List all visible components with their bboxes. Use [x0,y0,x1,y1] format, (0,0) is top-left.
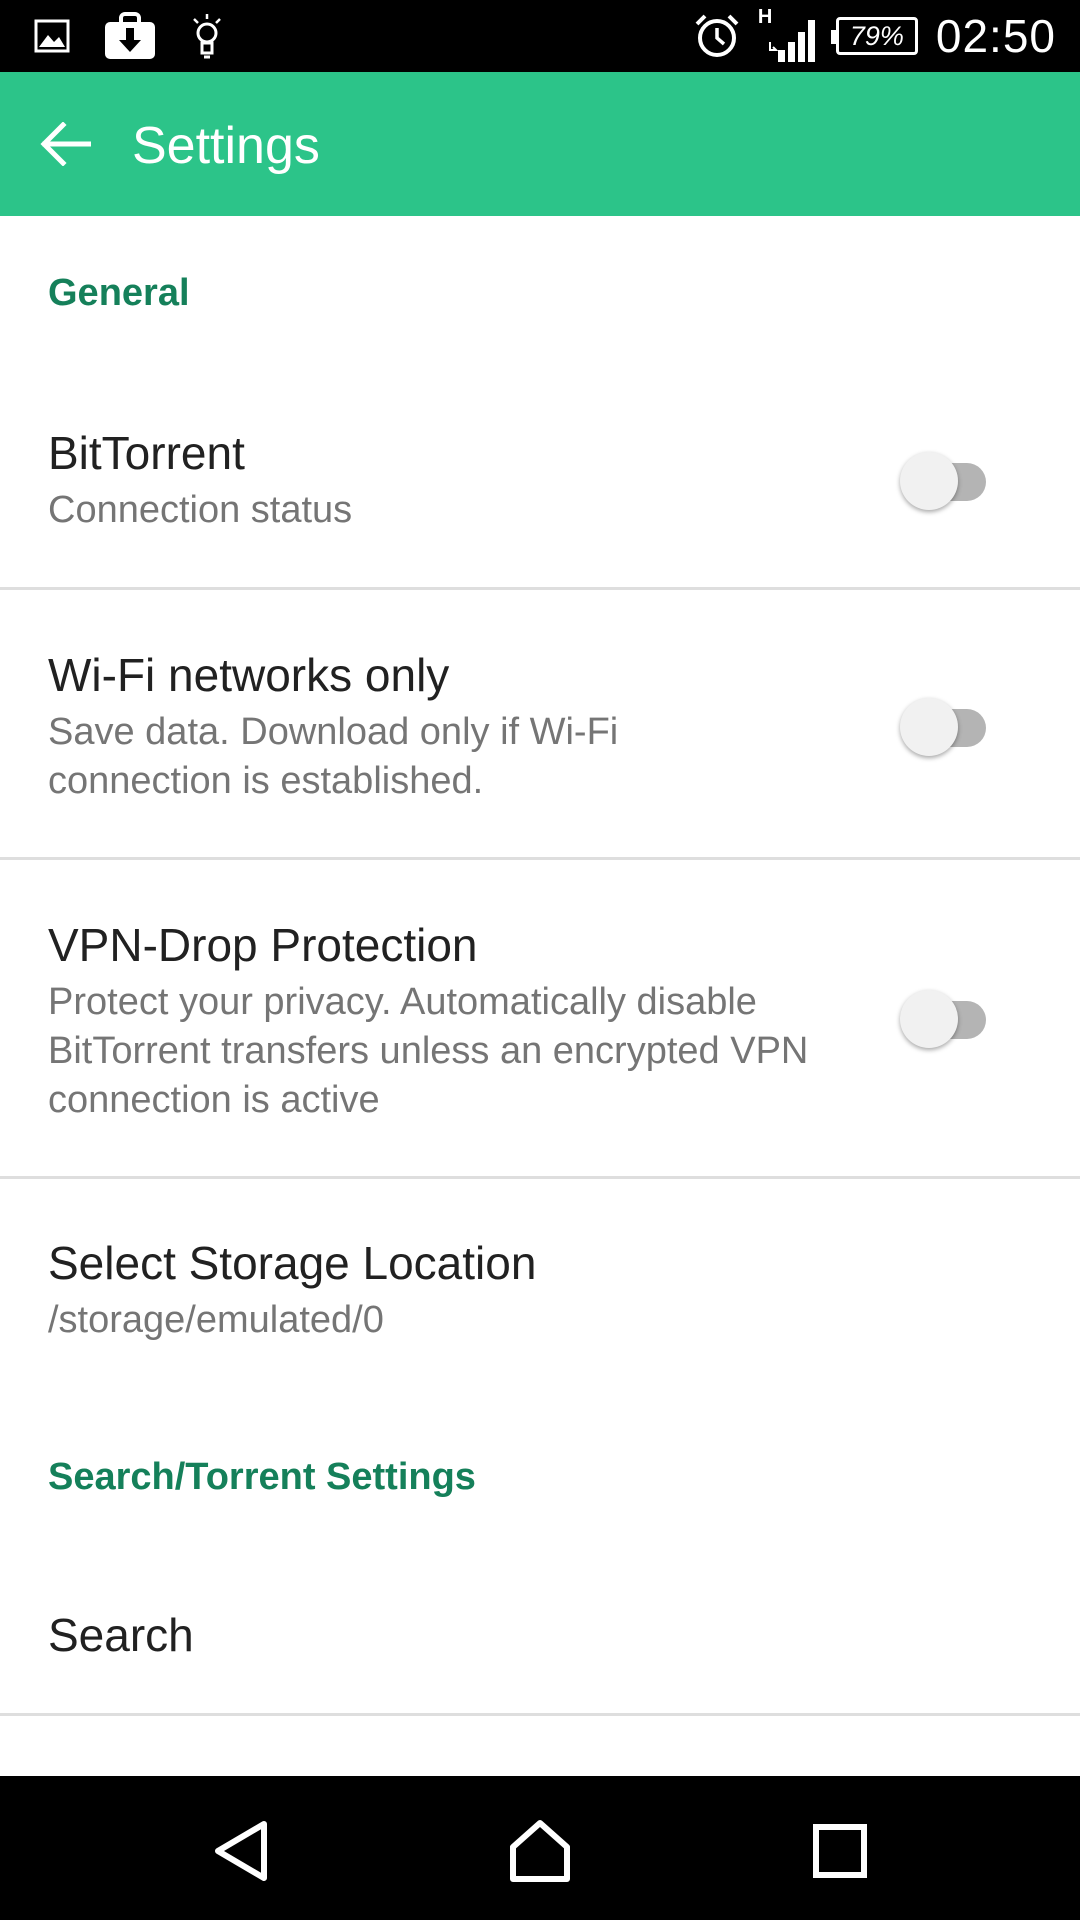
switch-thumb [900,698,958,756]
arrow-left-icon [40,122,91,166]
download-bag-icon [105,12,155,59]
wifi-only-toggle[interactable] [900,692,1000,756]
status-clock: 02:50 [935,10,1056,62]
pref-title: Select Storage Location [48,1237,537,1289]
pref-search[interactable]: Search [0,1580,1080,1710]
pref-summary: /storage/emulated/0 [48,1299,384,1341]
page-title: Settings [132,117,320,175]
alarm-icon [695,14,739,57]
status-bar: H 79% 02:50 [0,0,1080,72]
pref-title: VPN-Drop Protection [48,919,478,971]
switch-thumb [900,452,958,510]
nav-back-button[interactable] [202,1816,282,1886]
switch-thumb [900,990,958,1048]
divider [0,587,1080,590]
bittorrent-toggle[interactable] [900,446,1000,510]
pref-storage-location[interactable]: Select Storage Location /storage/emulate… [0,1220,1080,1380]
battery-indicator: 79% [830,17,918,55]
pref-summary: Save data. Download only if Wi-Fi connec… [48,711,619,802]
divider [0,857,1080,860]
section-header-search-torrent: Search/Torrent Settings [48,1456,476,1498]
hspa-signal-icon: H [758,6,818,64]
pref-wifi-only[interactable]: Wi-Fi networks only Save data. Download … [0,630,1080,855]
pref-title: BitTorrent [48,427,245,479]
pref-title: Wi-Fi networks only [48,649,450,701]
app-bar: Settings [0,72,1080,216]
nav-home-button[interactable] [500,1816,580,1886]
notification-icons [34,10,224,62]
home-icon [510,1820,570,1882]
back-button[interactable] [30,114,100,174]
divider [0,1176,1080,1179]
vpn-drop-toggle[interactable] [900,984,1000,1048]
pref-title: Search [48,1609,194,1661]
back-triangle-icon [215,1821,267,1881]
divider [0,1713,1080,1716]
system-icons: H 79% 02:50 [694,6,1056,64]
pref-summary: Connection status [48,489,353,531]
navigation-bar [0,1776,1080,1920]
section-header-general: General [48,272,190,314]
pref-bittorrent[interactable]: BitTorrent Connection status [0,412,1080,588]
pref-vpn-drop[interactable]: VPN-Drop Protection Protect your privacy… [0,900,1080,1175]
lightbulb-icon [193,14,221,59]
nav-recents-button[interactable] [800,1816,880,1886]
image-icon [34,19,70,53]
recents-square-icon [813,1824,867,1878]
pref-summary: Protect your privacy. Automatically disa… [48,981,809,1121]
